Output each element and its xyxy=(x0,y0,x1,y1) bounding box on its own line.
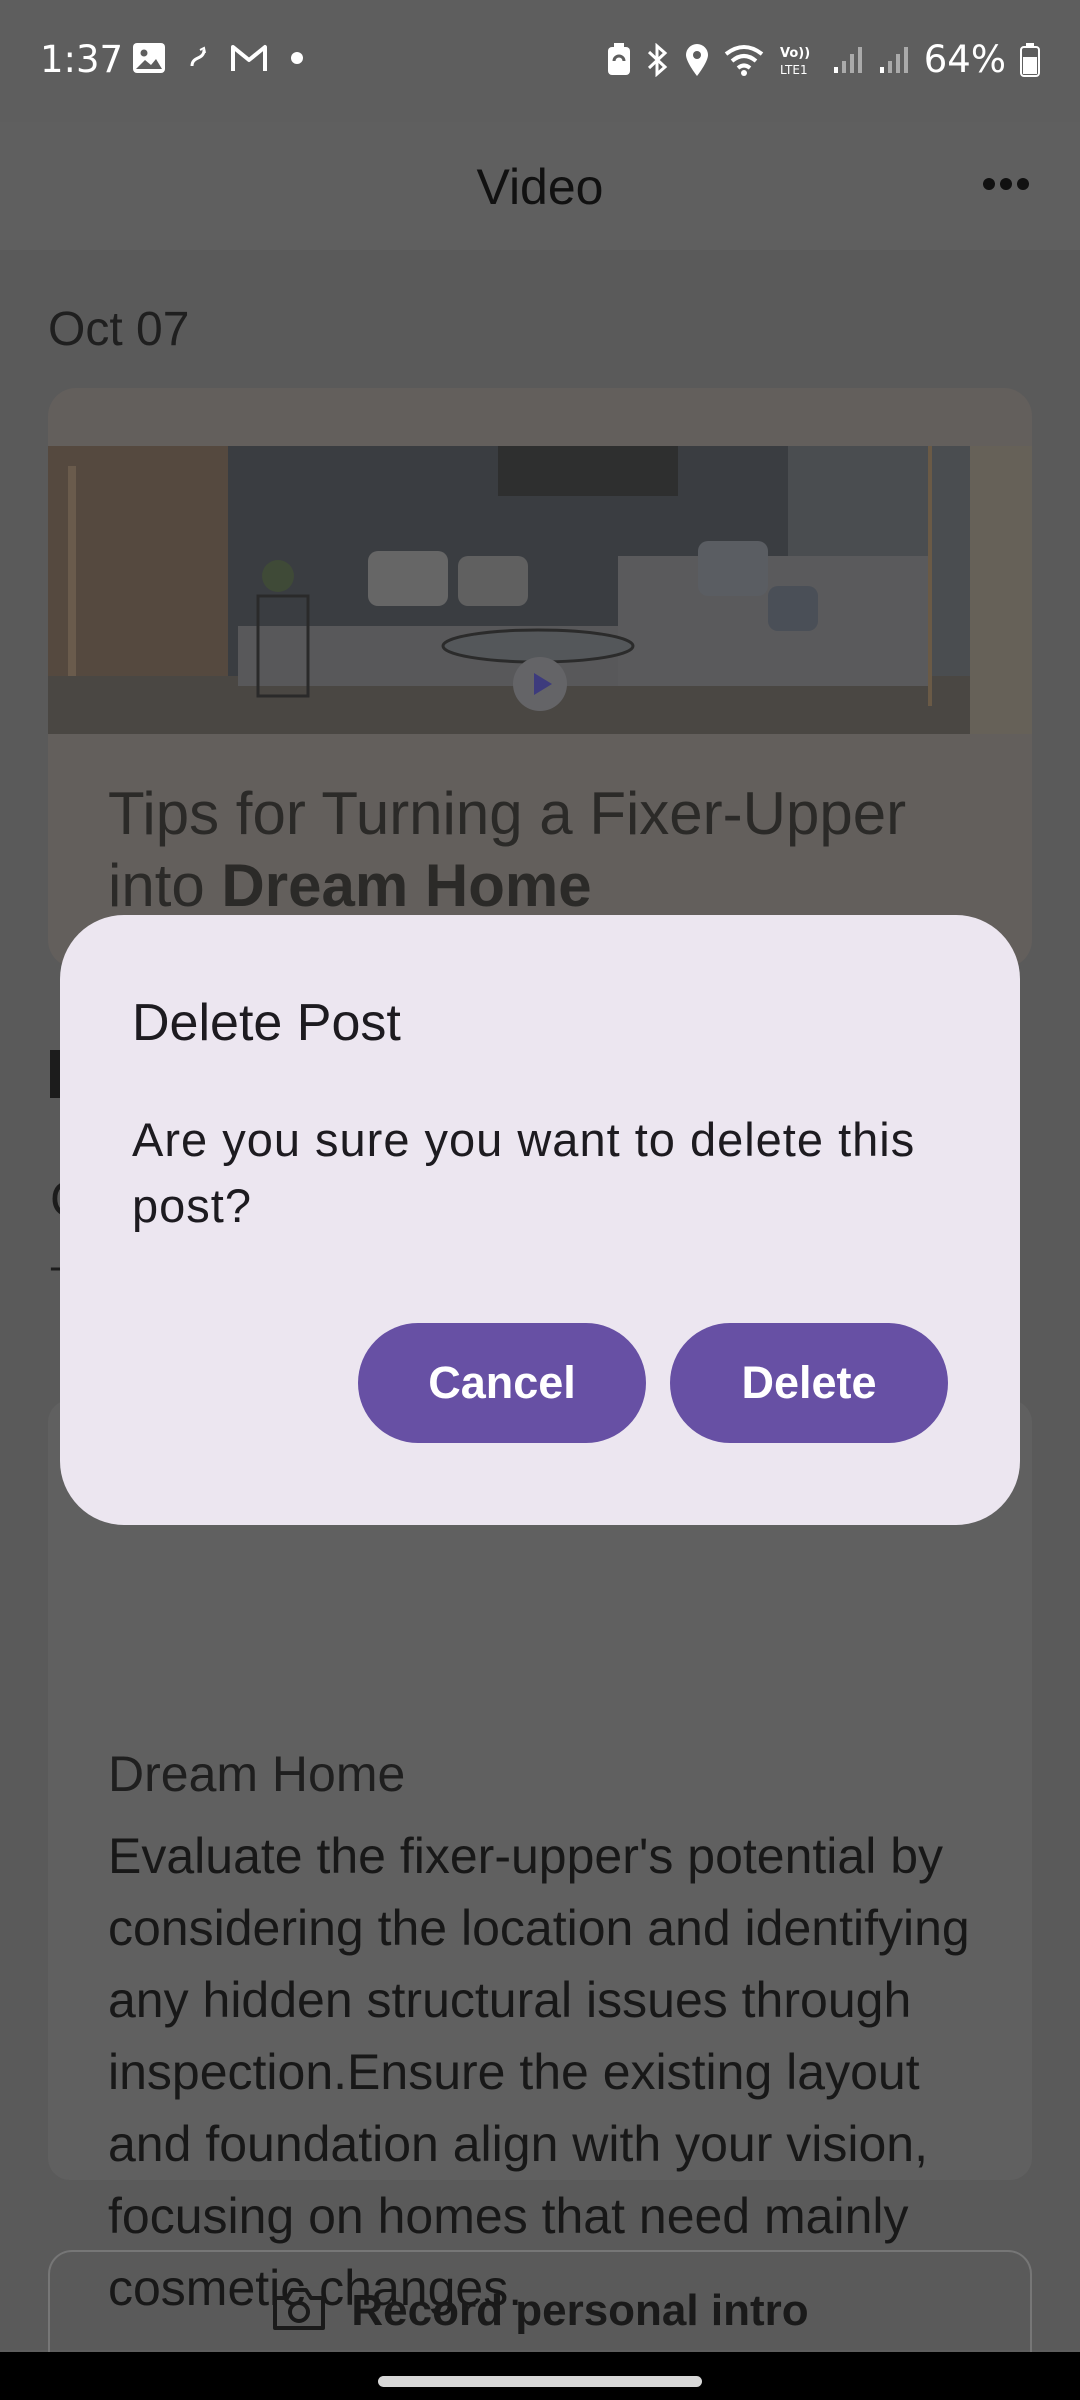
play-icon[interactable] xyxy=(512,656,568,717)
notification-icons xyxy=(132,42,304,74)
svg-text:LTE1: LTE1 xyxy=(780,63,808,77)
detail-heading: Dream Home xyxy=(108,1746,406,1802)
app-bar: Video xyxy=(0,122,1080,250)
post-card[interactable]: Tips for Turning a Fixer-Upper into Drea… xyxy=(48,388,1032,968)
page-title: Video xyxy=(476,159,604,215)
signal-icon xyxy=(878,45,910,75)
post-date: Oct 07 xyxy=(48,303,190,356)
status-time: 1:37 xyxy=(40,38,124,81)
record-intro-label: Record personal intro xyxy=(351,2286,809,2335)
location-icon xyxy=(684,43,710,77)
detail-body: Evaluate the fixer-upper's potential by … xyxy=(108,1828,970,2316)
video-thumbnail[interactable] xyxy=(48,446,970,734)
dialog-actions: Cancel Delete xyxy=(358,1323,948,1443)
gmail-icon xyxy=(230,43,268,73)
more-options-button[interactable] xyxy=(976,162,1036,210)
thumbnail-edge xyxy=(970,446,1032,734)
post-title: Tips for Turning a Fixer-Upper into Drea… xyxy=(108,778,1008,922)
signal-icon xyxy=(832,45,864,75)
battery-percent: 64% xyxy=(923,38,1006,81)
battery-saver-icon xyxy=(606,42,632,77)
dialog-title: Delete Post xyxy=(132,994,401,1052)
navigation-bar xyxy=(0,2352,1080,2400)
dot-icon xyxy=(290,51,304,65)
bluetooth-icon xyxy=(646,42,670,77)
dialog-message: Are you sure you want to delete this pos… xyxy=(132,1113,916,1232)
wifi-icon xyxy=(724,44,764,76)
volte-icon: Vo)) LTE1 xyxy=(778,43,818,77)
camera-icon xyxy=(271,2286,327,2337)
more-horizontal-icon xyxy=(982,177,1030,196)
cancel-button[interactable]: Cancel xyxy=(358,1323,646,1443)
post-title-bold: Dream Home xyxy=(221,852,592,919)
status-bar: 1:37 Vo)) LTE1 64% xyxy=(0,0,1080,122)
home-gesture-handle[interactable] xyxy=(378,2376,702,2387)
svg-text:Vo)): Vo)) xyxy=(780,46,810,61)
image-icon xyxy=(132,42,166,74)
sync-icon xyxy=(188,46,208,70)
system-icons: Vo)) LTE1 64% xyxy=(606,38,1040,81)
battery-icon xyxy=(1020,42,1040,77)
delete-post-dialog: Delete Post Are you sure you want to del… xyxy=(60,915,1020,1525)
delete-button[interactable]: Delete xyxy=(670,1323,948,1443)
